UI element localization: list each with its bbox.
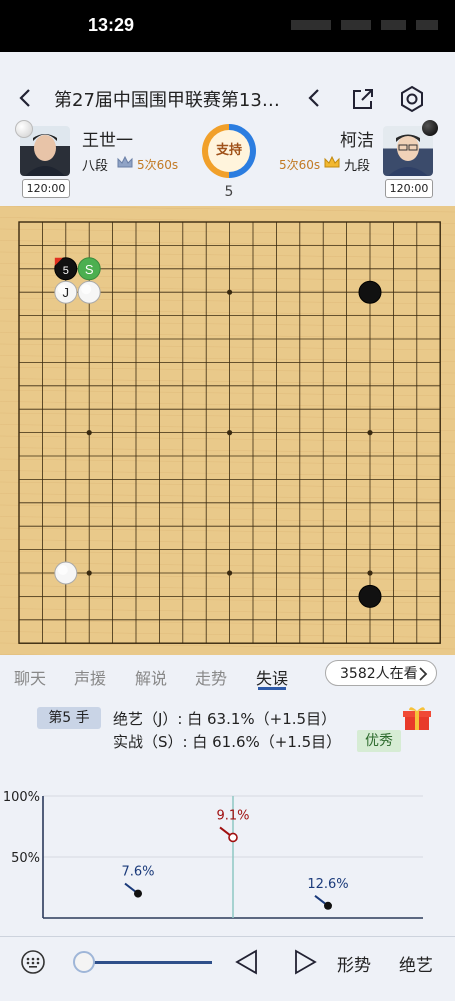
back-icon[interactable] [14,86,38,110]
black-clock: 120:00 [385,179,433,198]
players-panel: 王世一 八段 5次60s 120:00 支持 5 柯洁 5次60s 九段 120… [0,118,455,206]
white-stone-icon [15,120,33,138]
black-stone [358,584,382,608]
tab-trend[interactable]: 走势 [195,665,227,689]
stone-highlight [81,284,92,295]
move-slider[interactable] [70,947,216,977]
black-byoyomi: 5次60s [279,158,321,172]
chevron-right-icon [419,667,428,681]
stone-disc [358,280,382,304]
white-stone: J [54,280,78,304]
black-stone: 5 [54,257,78,281]
data-point [324,901,332,910]
white-player-name: 王世一 [82,131,133,151]
support-button[interactable]: 支持 [202,124,256,178]
move-analysis: 第5 手 绝艺（J）: 白 63.1%（+1.5目） 实战（S）: 白 61.6… [0,700,455,760]
viewers-button[interactable]: 3582人在看 [325,660,437,686]
board-canvas[interactable]: 5 JS [0,206,455,655]
next-move-icon[interactable] [290,947,320,977]
tab-cheer[interactable]: 声援 [74,665,106,689]
shape-button[interactable]: 形势 [337,951,371,976]
previous-icon[interactable] [303,86,327,110]
star-point [367,430,373,436]
crown-icon [117,155,133,168]
stone-disc [358,584,382,608]
ai-evaluation: 绝艺（J）: 白 63.1%（+1.5目） [113,710,337,728]
star-point [86,430,92,436]
black-stone [358,280,382,304]
star-point [227,570,233,576]
stone-label: S [85,262,94,277]
move-number: 5 [224,184,234,200]
black-player-rank: 九段 [344,159,371,174]
white-byoyomi: 5次60s [137,158,179,172]
tab-commentary[interactable]: 解说 [135,665,167,689]
data-label: 9.1% [216,808,249,823]
black-stone-icon [422,120,438,136]
active-tab-indicator [258,687,286,690]
actual-evaluation: 实战（S）: 白 61.6%（+1.5目） [113,733,342,751]
stone-label: J [63,285,70,300]
data-label: 12.6% [307,877,348,892]
support-label: 支持 [208,130,250,172]
tab-bar: 聊天 声援 解说 走势 失误 3582人在看 [0,659,455,693]
green-stone: S [77,257,101,281]
status-time: 13:29 [88,15,135,35]
rating-badge: 优秀 [357,730,401,752]
settings-icon[interactable] [398,85,426,113]
data-point [134,889,142,898]
winrate-chart: 100% 50% 7.6% 9.1% 12.6% [0,780,455,930]
bottom-bar: 形势 绝艺 [0,936,455,1001]
go-board[interactable]: 5 JS [0,206,455,655]
white-clock: 120:00 [22,179,70,198]
stone-label: 5 [63,265,69,277]
slider-knob[interactable] [73,951,95,973]
black-player-name: 柯洁 [340,131,374,151]
stone-highlight [57,565,68,575]
previous-move-icon[interactable] [232,947,262,977]
star-point [86,570,92,576]
ai-button[interactable]: 绝艺 [399,951,433,976]
crown-icon [324,155,340,168]
viewers-count: 3582人在看 [340,666,418,682]
share-icon[interactable] [350,86,376,112]
data-point [228,832,238,843]
tab-mistakes[interactable]: 失误 [256,665,288,689]
star-point [227,289,233,295]
y-tick-label: 50% [11,851,40,866]
move-badge: 第5 手 [37,707,101,729]
data-label: 7.6% [121,865,154,880]
star-point [227,430,233,436]
page-title: 第27届中国围甲联赛第13轮... [54,90,294,111]
gift-icon[interactable] [402,704,432,732]
keyboard-icon[interactable] [20,949,46,975]
white-stone [54,561,78,585]
white-stone [77,280,101,304]
white-player-rank: 八段 [82,159,109,174]
chart-canvas: 100% 50% 7.6% 9.1% 12.6% [3,790,423,919]
star-point [367,570,373,576]
tab-chat[interactable]: 聊天 [14,665,46,689]
status-bar: 13:29 [0,0,455,52]
y-tick-label: 100% [3,790,40,805]
system-status-icons [291,20,438,30]
